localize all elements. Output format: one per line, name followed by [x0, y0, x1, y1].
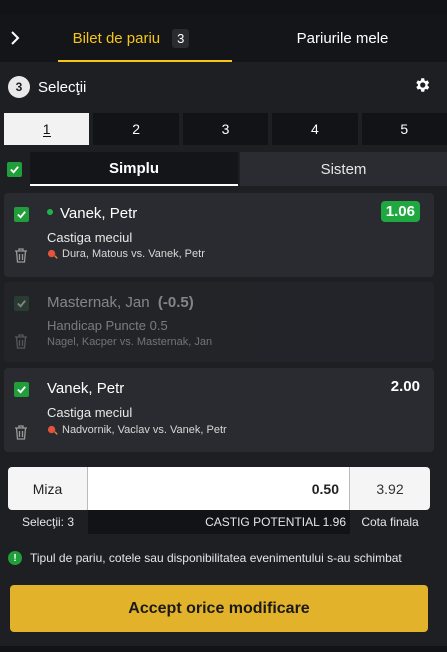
mode-tab-simplu[interactable]: Simplu — [30, 152, 238, 186]
stake-summary: Selecţii: 3 CASTIG POTENTIAL 1.96 Cota f… — [8, 510, 430, 534]
bet-mode-bar: Simplu Sistem — [0, 152, 447, 186]
tab-bilet-label: Bilet de pariu — [72, 29, 161, 47]
bet-handicap: (-0.5) — [157, 294, 194, 311]
alert-icon: ! — [8, 551, 22, 565]
bet-match: Nadvornik, Vaclav vs. Vanek, Petr — [47, 424, 227, 436]
number-tab-5[interactable]: 5 — [361, 113, 447, 145]
mode-tab-sistem[interactable]: Sistem — [240, 152, 447, 186]
bet-card: Vanek, Petr 2.00 Castiga meciul Nadvorni… — [4, 368, 434, 452]
total-odds-label: Cota finala — [361, 515, 419, 529]
bet-checkbox[interactable] — [14, 382, 29, 397]
potential-win: CASTIG POTENTIAL 1.96 — [88, 510, 350, 534]
bet-checkbox[interactable] — [14, 207, 29, 222]
active-tab-underline — [58, 60, 232, 62]
selections-summary: Selecţii: 3 — [21, 515, 75, 529]
bet-card: Masternak, Jan (-0.5) Handicap Puncte 0.… — [4, 282, 434, 362]
accept-changes-button[interactable]: Accept orice modificare — [10, 585, 428, 632]
tab-bilet-de-pariu[interactable]: Bilet de pariu 3 — [30, 14, 232, 62]
tab-pariurile-mele[interactable]: Pariurile mele — [238, 14, 447, 62]
bet-market: Handicap Puncte 0.5 — [47, 318, 168, 333]
bet-checkbox[interactable] — [14, 296, 29, 311]
system-number-tabs: 1 2 3 4 5 — [4, 113, 447, 145]
selections-label: Selecţii — [38, 78, 87, 96]
notice-text: Tipul de pariu, cotele sau disponibilita… — [30, 551, 402, 565]
top-strip — [0, 0, 447, 14]
bottom-strip — [0, 646, 447, 652]
bet-match: Dura, Matous vs. Vanek, Petr — [47, 248, 205, 260]
number-tab-4[interactable]: 4 — [272, 113, 358, 145]
bet-player: Masternak, Jan (-0.5) — [47, 294, 194, 311]
stake-label: Miza — [8, 467, 88, 510]
bet-player: Vanek, Petr — [47, 205, 137, 222]
gear-icon[interactable] — [413, 76, 431, 99]
bet-odds[interactable]: 1.06 — [380, 201, 420, 222]
bet-market: Castiga meciul — [47, 405, 133, 420]
chevron-right-icon[interactable] — [0, 14, 30, 62]
stake-box: Miza 0.50 3.92 — [8, 467, 430, 510]
select-all-checkbox[interactable] — [7, 162, 22, 177]
betslip-header: Bilet de pariu 3 Pariurile mele — [0, 14, 447, 62]
bet-player: Vanek, Petr — [47, 380, 125, 397]
table-tennis-icon — [47, 249, 58, 259]
trash-icon[interactable] — [14, 248, 28, 268]
tab-bilet-count-badge: 3 — [172, 28, 190, 48]
number-tab-3[interactable]: 3 — [182, 113, 269, 145]
trash-icon[interactable] — [14, 425, 28, 445]
table-tennis-icon — [47, 425, 58, 435]
bet-match: Nagel, Kacper vs. Masternak, Jan — [47, 336, 213, 348]
trash-icon[interactable] — [14, 334, 28, 354]
selections-count-badge: 3 — [8, 76, 30, 98]
live-dot-icon — [47, 209, 53, 216]
number-tab-1[interactable]: 1 — [4, 113, 90, 145]
bet-card: Vanek, Petr 1.06 Castiga meciul Dura, Ma… — [4, 193, 434, 277]
selections-row: 3 Selecţii — [0, 70, 447, 104]
stake-input[interactable]: 0.50 — [88, 467, 350, 510]
bet-market: Castiga meciul — [47, 230, 133, 245]
number-tab-2[interactable]: 2 — [93, 113, 179, 145]
change-notice: ! Tipul de pariu, cotele sau disponibili… — [8, 551, 438, 565]
bet-odds[interactable]: 2.00 — [391, 378, 420, 395]
total-odds-value: 3.92 — [376, 480, 404, 497]
